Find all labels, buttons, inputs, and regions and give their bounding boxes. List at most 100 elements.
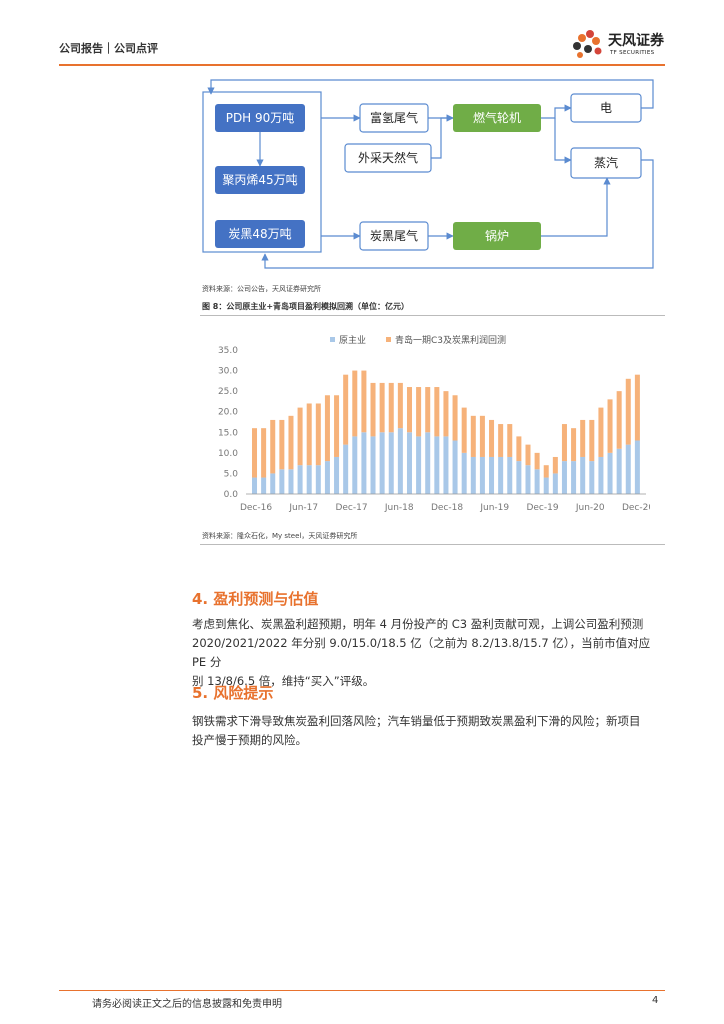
bar-base (616, 448, 622, 494)
bar-base (461, 452, 467, 494)
bar-base (561, 461, 567, 494)
bar-qingdao (416, 387, 422, 437)
diagram-source: 资料来源：公司公告，天风证券研究所 (202, 285, 321, 293)
section-4-line: 考虑到焦化、炭黑盈利超预期，明年 4 月份投产的 C3 盈利贡献可观，上调公司盈… (192, 617, 644, 631)
y-tick-label: 5.0 (224, 469, 239, 479)
bar-qingdao (470, 415, 476, 457)
bar-base (252, 477, 258, 494)
report-category: 公司报告｜公司点评 (59, 42, 158, 55)
bar-qingdao (634, 374, 640, 441)
bar-base (507, 456, 513, 494)
bar-qingdao (461, 407, 467, 453)
y-tick-label: 35.0 (218, 346, 238, 356)
bar-base (261, 477, 267, 494)
bar-qingdao (252, 428, 258, 478)
bar-base (634, 440, 640, 494)
polypropylene-node: 聚丙烯45万吨 (215, 166, 305, 194)
bar-qingdao (607, 399, 613, 453)
bar-base (543, 477, 549, 494)
svg-text:炭黑尾气: 炭黑尾气 (370, 228, 418, 243)
y-tick-label: 20.0 (218, 408, 238, 418)
svg-text:炭黑48万吨: 炭黑48万吨 (228, 227, 291, 241)
bar-qingdao (406, 387, 412, 433)
svg-text:PDH 90万吨: PDH 90万吨 (226, 111, 295, 125)
footer-disclaimer: 请务必阅读正文之后的信息披露和免责申明 (92, 999, 282, 1010)
brand-name: 天风证券 (608, 33, 664, 49)
bar-qingdao (379, 382, 385, 433)
bar-qingdao (552, 456, 558, 474)
bar-base (534, 469, 540, 494)
legend-qingdao: 青岛一期C3及炭黑利润回测 (395, 334, 506, 346)
bar-base (607, 452, 613, 494)
gas-turbine-node: 燃气轮机 (453, 104, 541, 132)
x-tick-label: Dec-19 (526, 503, 558, 513)
electricity-node: 电 (570, 93, 642, 123)
svg-text:锅炉: 锅炉 (485, 228, 509, 243)
bar-base (379, 432, 385, 494)
bar-base (352, 436, 358, 494)
bar-base (625, 444, 631, 494)
x-tick-label: Jun-19 (479, 503, 509, 513)
bar-qingdao (479, 415, 485, 457)
bar-base (388, 432, 394, 494)
bar-base (315, 465, 321, 494)
legend: 原主业 青岛一期C3及炭黑利润回测 (330, 334, 506, 346)
bar-qingdao (324, 395, 330, 462)
header-divider (59, 64, 665, 66)
bar-base (416, 436, 422, 494)
bar-qingdao (352, 370, 358, 437)
footer-divider (59, 990, 665, 991)
bar-qingdao (370, 382, 376, 437)
page-number: 4 (652, 995, 659, 1006)
process-flow-diagram: PDH 90万吨 聚丙烯45万吨 炭黑48万吨 富氢尾气 外采天然气 炭黑尾气 … (202, 79, 654, 269)
y-tick-label: 25.0 (218, 387, 238, 397)
bar-qingdao (516, 436, 522, 462)
bar-qingdao (306, 403, 312, 466)
carbon-black-node: 炭黑48万吨 (215, 220, 305, 248)
bar-base (489, 456, 495, 494)
carbon-black-tail-gas-node: 炭黑尾气 (359, 221, 429, 251)
bar-qingdao (261, 428, 267, 478)
bar-base (434, 436, 440, 494)
bar-qingdao (525, 444, 531, 466)
figure-title-rule (200, 315, 665, 316)
bar-base (343, 444, 349, 494)
bar-base (452, 440, 458, 494)
section-4-line: 2020/2021/2022 年分别 9.0/15.0/18.5 亿（之前为 8… (192, 636, 651, 669)
bar-base (361, 432, 367, 494)
bar-base (589, 461, 595, 494)
x-tick-label: Dec-20 (622, 503, 650, 513)
y-tick-label: 10.0 (218, 449, 238, 459)
steam-node: 蒸汽 (570, 147, 642, 179)
bar-qingdao (361, 370, 367, 433)
bar-base (580, 456, 586, 494)
bar-qingdao (625, 378, 631, 445)
flower-logo-icon (573, 30, 602, 58)
bar-qingdao (425, 387, 431, 433)
bar-qingdao (288, 415, 294, 470)
bar-qingdao (397, 382, 403, 429)
natural-gas-node: 外采天然气 (344, 143, 432, 173)
bar-base (297, 465, 303, 494)
bar-base (397, 428, 403, 494)
bar-base (406, 432, 412, 494)
bar-qingdao (489, 419, 495, 457)
bar-base (306, 465, 312, 494)
bar-qingdao (452, 395, 458, 441)
section-5-body: 钢铁需求下滑导致焦炭盈利回落风险；汽车销量低于预期致炭黑盈利下滑的风险；新项目 … (192, 712, 662, 750)
section-5-heading: 5. 风险提示 (192, 684, 274, 702)
boiler-node: 锅炉 (453, 222, 541, 250)
bar-qingdao (297, 407, 303, 466)
bar-base (443, 436, 449, 494)
bar-base (498, 456, 504, 494)
x-tick-label: Dec-17 (335, 503, 367, 513)
figure-8-title: 图 8：公司原主业+青岛项目盈利模拟回溯（单位：亿元） (202, 302, 410, 311)
svg-text:外采天然气: 外采天然气 (358, 150, 418, 165)
figure-8-source: 资料来源：隆众石化，My steel，天风证券研究所 (202, 532, 358, 540)
pdh-node: PDH 90万吨 (215, 104, 305, 132)
svg-text:电: 电 (600, 101, 612, 115)
bar-qingdao (571, 428, 577, 462)
bar-base (370, 436, 376, 494)
section-5-line: 钢铁需求下滑导致焦炭盈利回落风险；汽车销量低于预期致炭黑盈利下滑的风险；新项目 (192, 714, 641, 728)
bar-qingdao (498, 424, 504, 457)
